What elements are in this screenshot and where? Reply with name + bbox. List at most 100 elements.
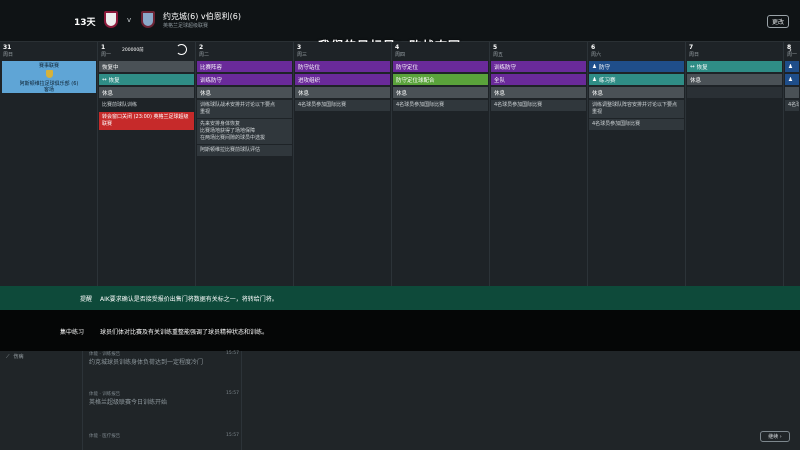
day-of-week: 周日 bbox=[3, 52, 14, 58]
event-venue: 客场 bbox=[43, 87, 54, 94]
session-slot[interactable]: ♟ 练习赛 bbox=[589, 74, 684, 85]
calendar-day-4[interactable]: 4 周四 防守定位 防守定位球配合 休息 4名球员参加国际比赛 bbox=[391, 42, 489, 286]
day-header: 1 周一 200000前 bbox=[98, 42, 195, 60]
match-header: 13天 v 约克城(6) v伯恩利(6) 英格兰足球超级联赛 更改 bbox=[0, 0, 800, 42]
session-slot[interactable]: 防守定位 bbox=[393, 61, 488, 72]
calendar-day-2[interactable]: 2 周二 比赛阵容 训练防守 休息 训练球队战术安排并讨论以下要点 重视 先来安… bbox=[195, 42, 293, 286]
international-note[interactable]: 4名球员参加国际比赛 bbox=[393, 100, 488, 111]
feed-tag: 体能 · 训练报告 bbox=[89, 352, 121, 357]
days-until-match: 13天 bbox=[74, 18, 96, 28]
match-event-card[interactable]: 赛事联赛 阿斯顿维拉足球俱乐部 (6) 客场 bbox=[2, 61, 96, 93]
session-slot[interactable]: 进攻组织 bbox=[295, 74, 390, 85]
focus-bar: 集中练习 球员们体对比赛及有关训练重整能强调了球员精神状态和训练。 bbox=[0, 310, 800, 351]
day-header: 2 周二 bbox=[196, 42, 293, 60]
calendar-day-1[interactable]: 1 周一 200000前 恢复中 ↔ 恢复 休息 比赛前球队训练 转会窗口关闭 (… bbox=[97, 42, 195, 286]
home-team-crest-icon bbox=[104, 11, 118, 28]
day-header: 7 周日 bbox=[686, 42, 783, 60]
session-slot[interactable]: 训练防守 bbox=[491, 61, 586, 72]
session-slot[interactable]: ♟ 防守 bbox=[589, 61, 684, 72]
injury-section[interactable]: ⟋ 伤病 bbox=[6, 353, 24, 361]
feed-time: 15:57 bbox=[226, 391, 239, 396]
session-slot[interactable]: 休息 bbox=[491, 87, 586, 98]
feed-time: 15:57 bbox=[226, 351, 239, 356]
day-number: 7 bbox=[689, 44, 694, 51]
feed-item[interactable]: 体能 · 训练报告 15:57 英格兰超级联赛今日训练开始 bbox=[89, 391, 239, 407]
session-slot[interactable]: ↔ 恢复 bbox=[99, 74, 194, 85]
session-slot[interactable]: ↔ 恢复 bbox=[687, 61, 782, 72]
day-of-week: 周二 bbox=[199, 52, 210, 58]
calendar-day-31[interactable]: 31 周日 赛事联赛 阿斯顿维拉足球俱乐部 (6) 客场 bbox=[0, 42, 97, 286]
training-calendar: 31 周日 赛事联赛 阿斯顿维拉足球俱乐部 (6) 客场 1 周一 200000… bbox=[0, 42, 800, 286]
event-title: 赛事联赛 bbox=[38, 63, 59, 69]
calendar-day-8[interactable]: 8 周一 ♟ ♟ 4名球员 bbox=[783, 42, 800, 286]
day-header: 8 周一 bbox=[784, 42, 800, 60]
day-header: 3 周三 bbox=[294, 42, 391, 60]
notification-label: 提醒 bbox=[80, 296, 93, 303]
calendar-day-7[interactable]: 7 周日 ↔ 恢复 休息 bbox=[685, 42, 783, 286]
feed-text: 约克城球员训练身体负荷达到一定程度冷门 bbox=[89, 359, 204, 366]
timer-label: 200000前 bbox=[122, 48, 144, 53]
versus-label: v bbox=[127, 16, 132, 24]
feed-tag: 体能 · 训练报告 bbox=[89, 392, 121, 397]
session-slot[interactable]: 全队 bbox=[491, 74, 586, 85]
session-slot[interactable]: 休息 bbox=[197, 87, 292, 98]
session-slot[interactable]: ♟ bbox=[785, 61, 799, 72]
international-note[interactable]: 4名球员参加国际比赛 bbox=[295, 100, 390, 111]
session-slot[interactable]: 防守定位球配合 bbox=[393, 74, 488, 85]
day-header: 31 周日 bbox=[0, 42, 97, 60]
day-number: 31 bbox=[3, 44, 12, 51]
calendar-day-5[interactable]: 5 周五 训练防守 全队 休息 4名球员参加国际比赛 bbox=[489, 42, 587, 286]
day-of-week: 周四 bbox=[395, 52, 406, 58]
evaluation-note[interactable]: 阿斯顿维拉比赛前球队评估 bbox=[197, 145, 292, 156]
feed-item[interactable]: 体能 · 医疗报告 15:57 bbox=[89, 433, 239, 439]
news-feed: 体能 · 训练报告 15:57 约克城球员训练身体负荷达到一定程度冷门 体能 · … bbox=[82, 351, 242, 450]
calendar-day-3[interactable]: 3 周三 防守站位 进攻组织 休息 4名球员参加国际比赛 bbox=[293, 42, 391, 286]
feed-tag: 体能 · 医疗报告 bbox=[89, 434, 121, 439]
session-slot[interactable] bbox=[785, 87, 799, 98]
calendar-day-6[interactable]: 6 周六 ♟ 防守 ♟ 练习赛 休息 训练调整球队阵容安排并讨论以下要点 重视 4名… bbox=[587, 42, 685, 286]
session-slot[interactable]: 比赛阵容 bbox=[197, 61, 292, 72]
day-number: 3 bbox=[297, 44, 302, 51]
note-title: 比赛前球队训练 bbox=[102, 102, 138, 108]
international-note[interactable]: 4名球员参加国际比赛 bbox=[589, 119, 684, 130]
session-slot[interactable]: 训练防守 bbox=[197, 74, 292, 85]
session-slot[interactable]: ♟ bbox=[785, 74, 799, 85]
session-slot[interactable]: 防守站位 bbox=[295, 61, 390, 72]
notification-bar[interactable]: 提醒 AIK要求确认是否接受报价出售门将数据有关标之一，将转给门将。 bbox=[0, 286, 800, 310]
transfer-deadline-note[interactable]: 转会窗口关闭 (23:00) 英格兰足球超级联赛 bbox=[99, 112, 194, 130]
day-number: 6 bbox=[591, 44, 596, 51]
session-slot[interactable]: 休息 bbox=[687, 74, 782, 85]
next-week-arrow-icon[interactable]: › bbox=[789, 46, 792, 54]
session-slot[interactable]: 恢复中 bbox=[99, 61, 194, 72]
person-icon: ♟ bbox=[788, 63, 793, 70]
club-shield-icon bbox=[45, 69, 53, 78]
day-of-week: 周六 bbox=[591, 52, 602, 58]
continue-button[interactable]: 继续 › bbox=[760, 431, 790, 442]
session-slot[interactable]: 休息 bbox=[393, 87, 488, 98]
recovery-icon: ↔ bbox=[102, 76, 107, 83]
international-note[interactable]: 4名球员 bbox=[785, 100, 799, 111]
session-slot[interactable]: 休息 bbox=[99, 87, 194, 98]
day-of-week: 周五 bbox=[493, 52, 504, 58]
international-note[interactable]: 4名球员参加国际比赛 bbox=[491, 100, 586, 111]
schedule-note[interactable]: 先来安排身体恢复 比赛场地获得了场地保障 在两场比赛间隙的球员中选拔 bbox=[197, 119, 292, 144]
trend-icon: ⟋ bbox=[6, 353, 10, 360]
session-slot[interactable]: 休息 bbox=[589, 87, 684, 98]
day-number: 2 bbox=[199, 44, 204, 51]
change-button[interactable]: 更改 bbox=[767, 15, 789, 28]
session-slot[interactable] bbox=[687, 87, 782, 98]
timer-icon bbox=[176, 44, 187, 55]
recovery-icon: ↔ bbox=[690, 63, 695, 70]
meeting-note[interactable]: 训练调整球队阵容安排并讨论以下要点 重视 bbox=[589, 100, 684, 118]
meeting-note[interactable]: 训练球队战术安排并讨论以下要点 重视 bbox=[197, 100, 292, 118]
day-of-week: 周日 bbox=[689, 52, 700, 58]
notification-text: AIK要求确认是否接受报价出售门将数据有关标之一，将转给门将。 bbox=[100, 296, 278, 303]
day-header: 6 周六 bbox=[588, 42, 685, 60]
day-number: 5 bbox=[493, 44, 498, 51]
match-title[interactable]: 约克城(6) v伯恩利(6) bbox=[163, 11, 241, 22]
feed-item[interactable]: 体能 · 训练报告 15:57 约克城球员训练身体负荷达到一定程度冷门 bbox=[89, 351, 239, 367]
away-team-crest-icon bbox=[141, 11, 155, 28]
session-slot[interactable]: 休息 bbox=[295, 87, 390, 98]
day-of-week: 周三 bbox=[297, 52, 308, 58]
person-icon: ♟ bbox=[788, 76, 793, 83]
